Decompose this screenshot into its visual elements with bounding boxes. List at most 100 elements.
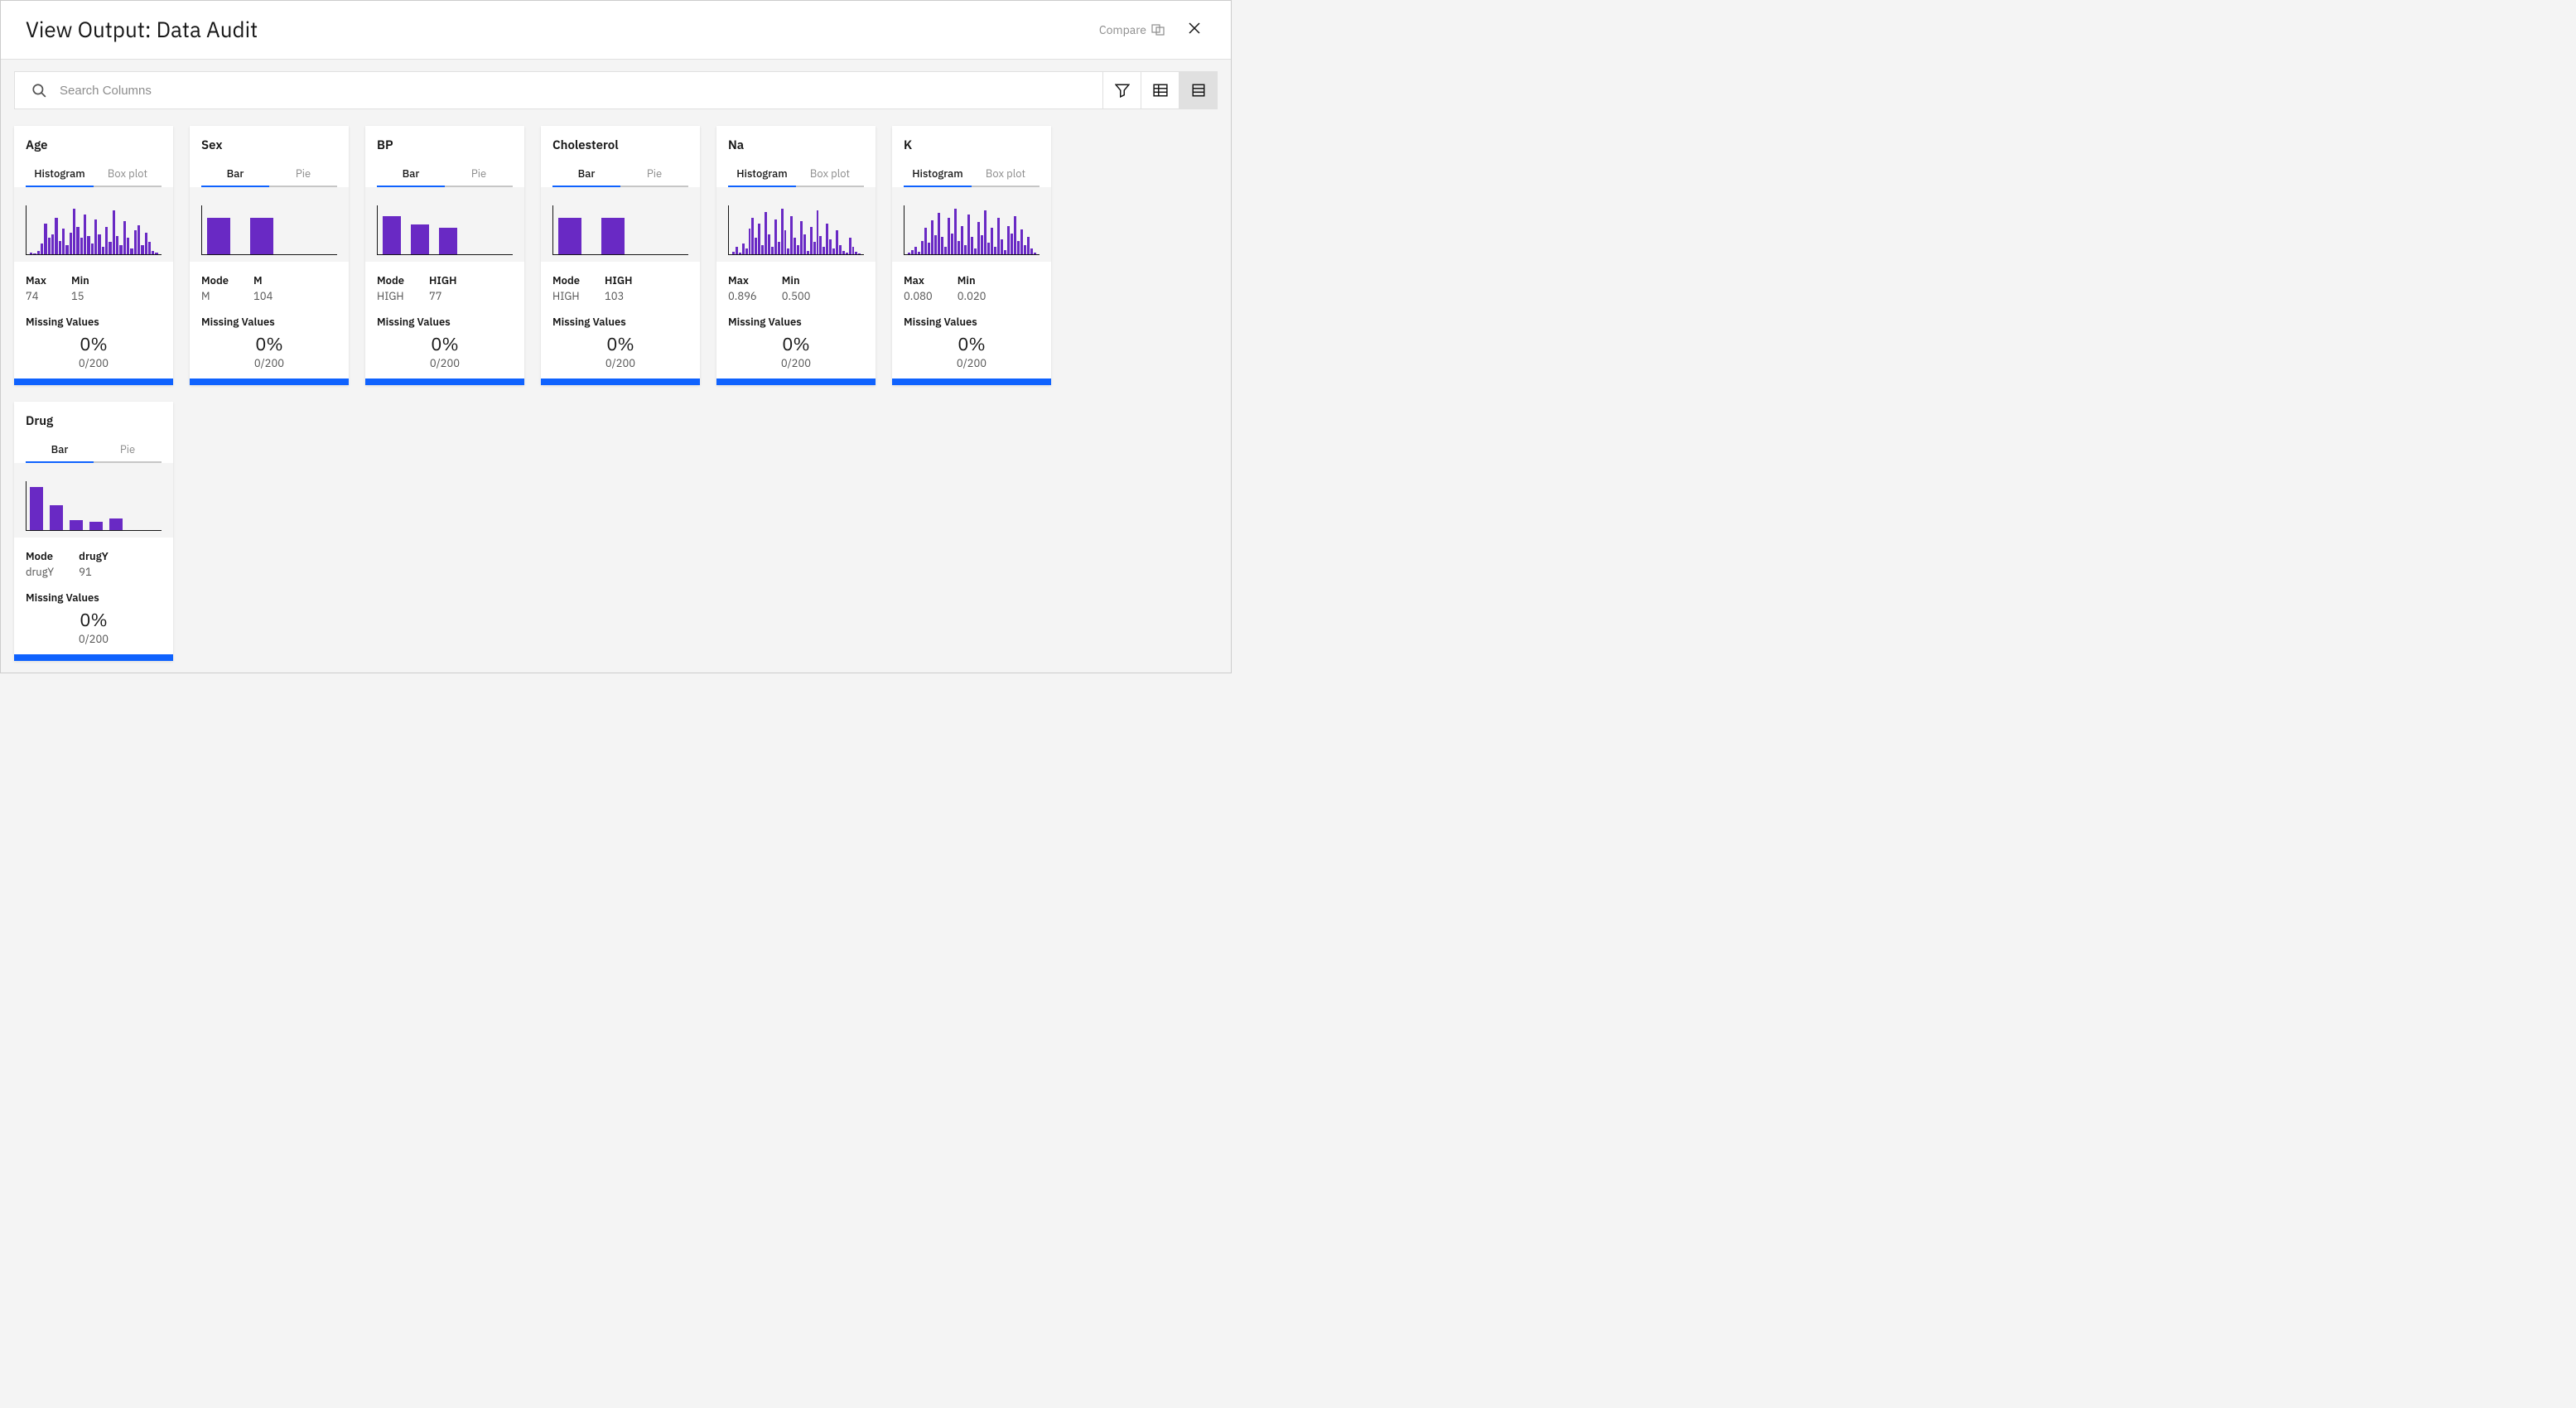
histogram-bar	[65, 245, 68, 254]
histogram-bar	[1004, 250, 1006, 254]
tab-pie[interactable]: Pie	[269, 162, 337, 187]
card-icon	[1191, 83, 1206, 98]
histogram-bar	[941, 237, 943, 254]
histogram-bar	[852, 247, 855, 254]
histogram-bar	[855, 252, 857, 254]
stat-label: Max	[26, 273, 46, 287]
filter-button[interactable]	[1103, 71, 1141, 109]
view-buttons	[1103, 71, 1218, 109]
tab-bar[interactable]: Bar	[26, 437, 94, 463]
tab-bar[interactable]: Bar	[377, 162, 445, 187]
missing-pct: 0%	[541, 332, 700, 356]
chart-tabs: BarPie	[365, 162, 524, 187]
stats-row: Max0.080Min0.020	[892, 262, 1051, 310]
histogram-bar	[765, 212, 767, 254]
card-accent-bar	[716, 379, 876, 385]
histogram-chart	[26, 205, 162, 255]
tab-bar[interactable]: Bar	[201, 162, 269, 187]
histogram-bar	[98, 234, 100, 254]
histogram-bar	[137, 225, 140, 254]
compare-icon	[1151, 23, 1165, 36]
tab-boxplot[interactable]: Box plot	[972, 162, 1040, 187]
histogram-bar	[105, 227, 108, 254]
missing-value: 0%0/200	[14, 606, 173, 654]
stat-label: Min	[782, 273, 811, 287]
histogram-bar	[958, 241, 960, 254]
tab-histogram[interactable]: Histogram	[26, 162, 94, 187]
stat-label: HIGH	[429, 273, 456, 287]
stat-value: M	[201, 289, 229, 303]
tab-pie[interactable]: Pie	[94, 437, 162, 463]
histogram-bar	[30, 253, 32, 254]
chart-area	[716, 187, 876, 262]
chart-tabs: HistogramBox plot	[14, 162, 173, 187]
missing-label: Missing Values	[716, 310, 876, 330]
tab-histogram[interactable]: Histogram	[728, 162, 796, 187]
histogram-bar	[1020, 229, 1023, 254]
missing-label: Missing Values	[14, 310, 173, 330]
histogram-bar	[774, 219, 777, 254]
tab-bar[interactable]: Bar	[552, 162, 620, 187]
close-button[interactable]	[1183, 17, 1206, 44]
histogram-bar	[829, 239, 832, 254]
histogram-bar	[787, 248, 789, 254]
bar	[558, 218, 581, 254]
missing-label: Missing Values	[892, 310, 1051, 330]
histogram-bar	[732, 252, 735, 254]
table-view-button[interactable]	[1141, 71, 1179, 109]
histogram-bar	[928, 243, 930, 254]
chart-tabs: BarPie	[541, 162, 700, 187]
stat-value: 0.896	[728, 289, 757, 303]
stat-block: Min0.500	[782, 273, 811, 303]
card-title: Age	[14, 126, 173, 162]
histogram-bar	[803, 234, 806, 254]
histogram-bar	[807, 251, 809, 254]
histogram-bar	[80, 238, 83, 254]
tab-histogram[interactable]: Histogram	[904, 162, 972, 187]
histogram-bar	[961, 226, 963, 254]
tab-pie[interactable]: Pie	[620, 162, 688, 187]
stat-value: 15	[71, 289, 89, 303]
stat-value: 0.080	[904, 289, 933, 303]
card-accent-bar	[541, 379, 700, 385]
card-accent-bar	[14, 654, 173, 661]
bar	[109, 518, 123, 530]
histogram-bar	[155, 253, 157, 254]
missing-label: Missing Values	[14, 586, 173, 606]
histogram-bar	[1014, 216, 1016, 254]
stats-row: ModeMM104	[190, 262, 349, 310]
histogram-bar	[1001, 239, 1003, 254]
missing-frac: 0/200	[541, 356, 700, 370]
missing-value: 0%0/200	[716, 330, 876, 379]
histogram-bar	[109, 242, 111, 254]
card-view-button[interactable]	[1179, 71, 1218, 109]
compare-button[interactable]: Compare	[1099, 22, 1165, 37]
tab-boxplot[interactable]: Box plot	[796, 162, 864, 187]
histogram-bar	[130, 248, 133, 254]
histogram-bar	[134, 230, 137, 254]
histogram-bar	[938, 213, 940, 254]
stat-block: Max0.896	[728, 273, 757, 303]
histogram-bar	[51, 234, 54, 254]
histogram-bar	[1034, 253, 1036, 254]
missing-value: 0%0/200	[365, 330, 524, 379]
tab-boxplot[interactable]: Box plot	[94, 162, 162, 187]
header: View Output: Data Audit Compare	[1, 1, 1231, 60]
column-card: SexBarPieModeMM104Missing Values0%0/200	[190, 126, 349, 385]
histogram-bar	[981, 235, 983, 254]
histogram-bar	[977, 222, 980, 254]
stat-block: drugY91	[79, 549, 109, 579]
histogram-bar	[62, 229, 65, 254]
missing-pct: 0%	[365, 332, 524, 356]
stat-value: drugY	[26, 565, 54, 579]
stat-label: Mode	[201, 273, 229, 287]
histogram-bar	[745, 248, 748, 254]
tab-pie[interactable]: Pie	[445, 162, 513, 187]
missing-value: 0%0/200	[190, 330, 349, 379]
histogram-bar	[858, 253, 861, 254]
histogram-bar	[944, 247, 947, 254]
histogram-chart	[728, 205, 864, 255]
histogram-bar	[37, 251, 40, 254]
card-title: Na	[716, 126, 876, 162]
search-input[interactable]	[60, 84, 1086, 98]
